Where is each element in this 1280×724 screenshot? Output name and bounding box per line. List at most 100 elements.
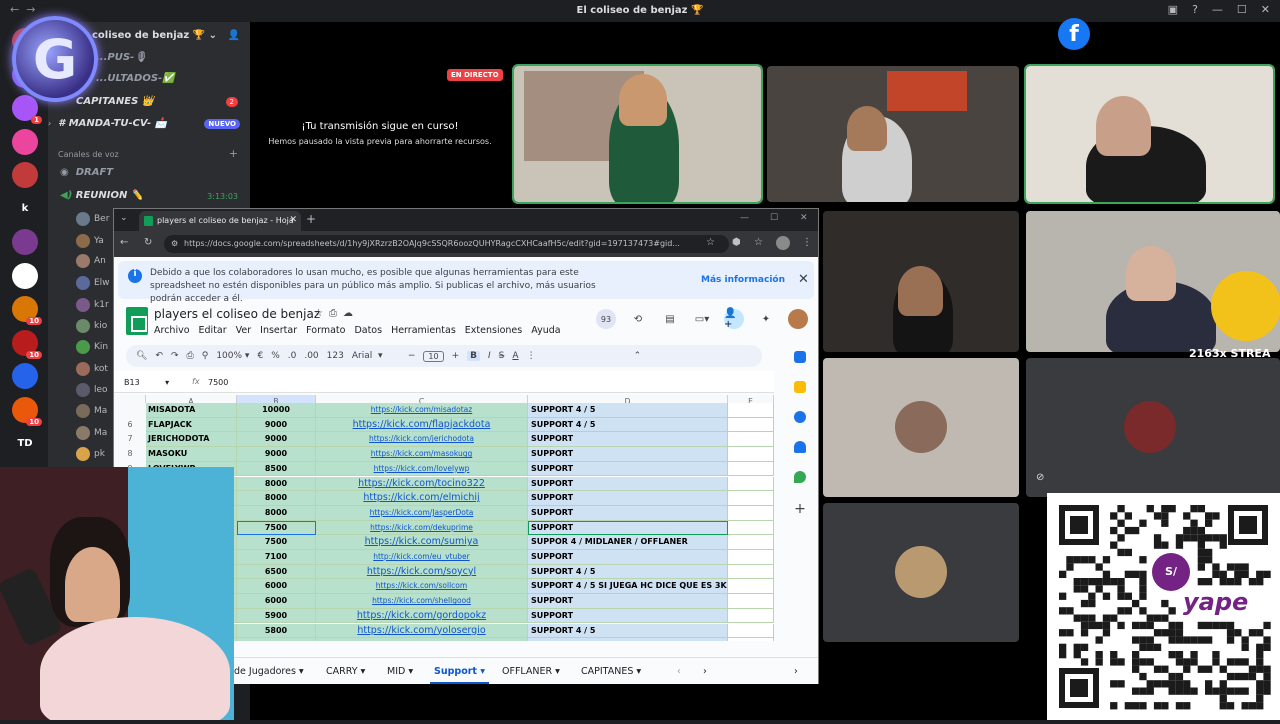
cell-role[interactable]: SUPPORT: [528, 447, 728, 462]
cell-mmr[interactable]: 5800: [237, 623, 316, 639]
cell-mmr[interactable]: 8000: [237, 505, 316, 521]
channel-manda-tu-cv[interactable]: › # MANDA-TU-CV- 📩: [48, 118, 167, 129]
cell-role[interactable]: SUPPORT: [528, 432, 728, 448]
gemini-icon[interactable]: ✦: [756, 309, 776, 329]
help-icon[interactable]: ?: [1192, 3, 1198, 16]
voice-member[interactable]: Ber: [76, 212, 109, 226]
video-tile[interactable]: [1024, 64, 1275, 204]
comments-icon[interactable]: ▤: [660, 309, 680, 329]
currency-button[interactable]: €: [257, 351, 263, 361]
maximize-button[interactable]: ☐: [1237, 3, 1247, 16]
cell-role[interactable]: SUPPORT 4 / 5: [528, 417, 728, 433]
voice-channel-reunion[interactable]: ◀) REUNION ✏️: [60, 190, 143, 201]
font-size-decrease[interactable]: −: [408, 351, 416, 361]
sheet-tab-jugadores[interactable]: de Jugadores ▾: [234, 666, 304, 677]
row-number[interactable]: 8: [114, 447, 146, 462]
cell-mmr[interactable]: 9000: [237, 417, 316, 433]
cell-mmr[interactable]: 9000: [237, 432, 316, 448]
cell-kick-link[interactable]: https://kick.com/shellgood: [316, 594, 528, 609]
cell-role[interactable]: SUPPORT: [528, 476, 728, 492]
cell-mmr[interactable]: 7500: [237, 535, 316, 550]
cell-empty[interactable]: [728, 491, 774, 506]
contacts-icon[interactable]: [794, 441, 806, 453]
cell-mmr[interactable]: 8000: [237, 476, 316, 492]
cell-empty[interactable]: [728, 550, 774, 565]
cell-kick-link[interactable]: https://kick.com/JasperDota: [316, 505, 528, 521]
cell-empty[interactable]: [728, 638, 774, 641]
menu-extensiones[interactable]: Extensiones: [465, 325, 522, 336]
server-icon[interactable]: [12, 162, 38, 188]
voice-member[interactable]: kot: [76, 362, 108, 376]
voice-member[interactable]: Ma: [76, 404, 107, 418]
server-icon[interactable]: [12, 262, 38, 289]
row-number[interactable]: 7: [114, 432, 146, 448]
cell-kick-link[interactable]: https://kick.com/tocino322: [316, 476, 528, 492]
cell-empty[interactable]: [728, 520, 774, 536]
cell-empty[interactable]: [728, 579, 774, 595]
cell-kick-link[interactable]: https://kick.com/sollcom: [316, 579, 528, 595]
voice-member[interactable]: kio: [76, 319, 107, 333]
number-format-button[interactable]: 123: [327, 351, 344, 361]
cell-player-name[interactable]: FLAPJACK: [146, 417, 237, 433]
cell-role[interactable]: [528, 638, 728, 641]
cell-kick-link[interactable]: https://kick.com/flapjackdota: [316, 417, 528, 433]
voice-channel-draft[interactable]: ◉ DRAFT: [60, 167, 113, 178]
collapse-icon[interactable]: ⌃: [634, 351, 642, 361]
increase-decimal-button[interactable]: .00: [304, 351, 318, 361]
row-number[interactable]: 6: [114, 417, 146, 433]
server-icon[interactable]: 10: [12, 296, 42, 325]
voice-member[interactable]: Kin: [76, 340, 108, 354]
sheet-tab-mid[interactable]: MID ▾: [387, 666, 413, 677]
cell-mmr[interactable]: 7500: [237, 520, 316, 536]
cell-empty[interactable]: [728, 447, 774, 462]
cell-role[interactable]: SUPPORT: [528, 461, 728, 477]
video-tile[interactable]: [512, 64, 763, 204]
cell-kick-link[interactable]: https://kick.com/elmichij: [316, 491, 528, 506]
cell-mmr[interactable]: 9000: [237, 447, 316, 462]
close-window-button[interactable]: ✕: [800, 213, 808, 223]
video-tile[interactable]: [823, 211, 1019, 352]
cell-mmr[interactable]: 8500: [237, 461, 316, 477]
cell-kick-link[interactable]: https://kick.com/sumiya: [316, 535, 528, 550]
add-member-icon[interactable]: 👤: [228, 30, 240, 41]
voice-member[interactable]: Ya: [76, 234, 104, 248]
new-tab-button[interactable]: +: [306, 212, 316, 226]
star-icon[interactable]: ☆: [314, 308, 323, 319]
video-tile[interactable]: [823, 503, 1019, 642]
decrease-decimal-button[interactable]: .0: [288, 351, 297, 361]
formula-input[interactable]: 7500: [208, 378, 228, 387]
server-icon[interactable]: TD: [12, 430, 38, 456]
cell-kick-link[interactable]: https://kick.com/yolosergio: [316, 623, 528, 639]
voice-member[interactable]: leo: [76, 383, 108, 397]
text-color-icon[interactable]: A: [512, 351, 518, 361]
sheet-tab-offlaner[interactable]: OFFLANER ▾: [502, 666, 560, 677]
back-icon[interactable]: ←: [120, 237, 128, 248]
voice-member[interactable]: k1r: [76, 298, 109, 312]
cell-mmr[interactable]: 5900: [237, 608, 316, 624]
sheet-tab-carry[interactable]: CARRY ▾: [326, 666, 365, 677]
cell-empty[interactable]: [728, 594, 774, 609]
minimize-button[interactable]: —: [1212, 3, 1223, 16]
viewer-count[interactable]: 93: [596, 309, 616, 329]
bookmarks-icon[interactable]: ☆: [754, 237, 763, 248]
menu-datos[interactable]: Datos: [354, 325, 382, 336]
cell-mmr[interactable]: 5700: [237, 638, 316, 641]
more-icon[interactable]: ⋮: [527, 351, 536, 361]
cell-mmr[interactable]: 6000: [237, 579, 316, 595]
inbox-icon[interactable]: ▣: [1168, 3, 1178, 16]
cell-player-name[interactable]: MASOKU: [146, 447, 237, 462]
move-icon[interactable]: ⎙: [329, 308, 337, 319]
cell-role[interactable]: SUPPORT 4 / 5 SI JUEGA HC DICE QUE ES 3K: [528, 579, 728, 595]
cell-role[interactable]: SUPPORT: [528, 608, 728, 624]
cell-role[interactable]: SUPPORT 4 / 5: [528, 564, 728, 580]
sheet-tab-support[interactable]: Support ▾: [429, 666, 490, 684]
cell-kick-link[interactable]: https://kick.com/ailopa10: [316, 638, 528, 641]
maximize-button[interactable]: ☐: [770, 213, 778, 223]
strikethrough-icon[interactable]: S̶: [499, 351, 505, 361]
server-icon[interactable]: [12, 363, 38, 389]
name-box[interactable]: B13 ▾: [124, 378, 169, 387]
add-addon-icon[interactable]: +: [794, 501, 806, 517]
doc-title[interactable]: players el coliseo de benjaz: [154, 307, 320, 321]
voice-member[interactable]: Elw: [76, 276, 110, 290]
italic-button[interactable]: I: [488, 351, 491, 361]
